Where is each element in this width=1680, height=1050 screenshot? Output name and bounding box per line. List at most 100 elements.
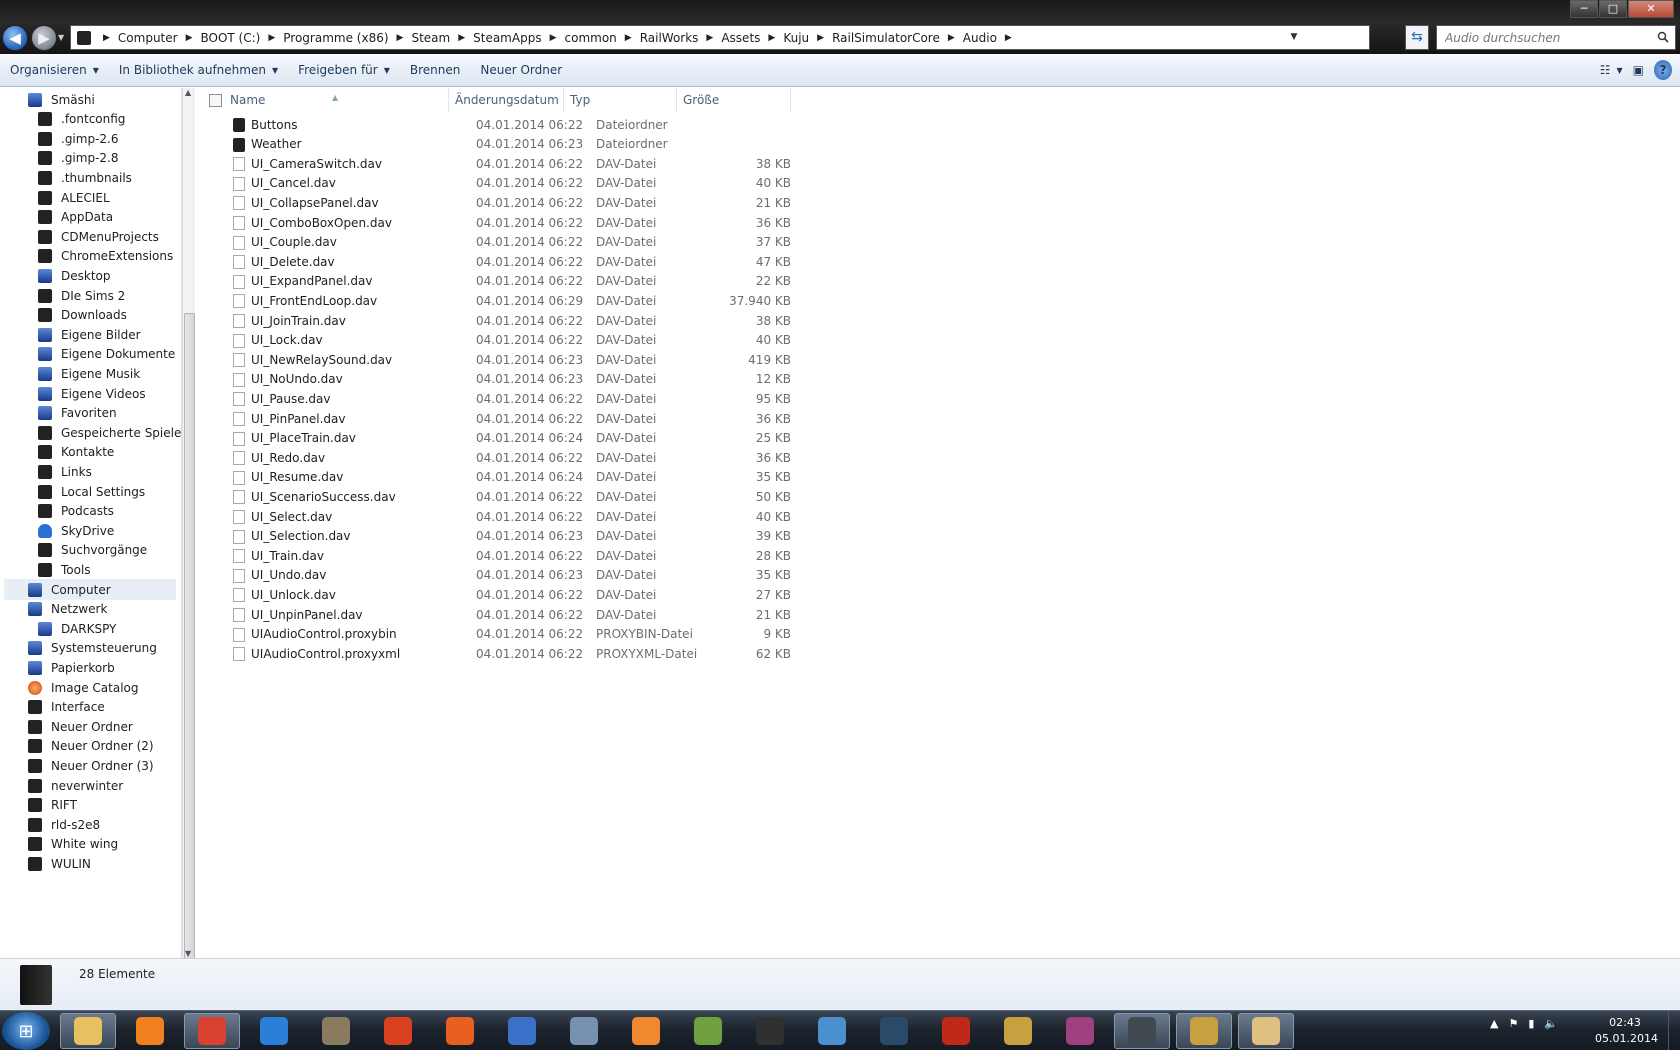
scroll-down-icon[interactable]: ▼ [185,949,191,958]
file-row[interactable]: UI_UnpinPanel.dav 04.01.2014 06:22 DAV-Dat… [197,604,791,625]
taskbar-button[interactable] [60,1013,116,1049]
taskbar-button[interactable] [184,1013,240,1049]
column-date[interactable]: Änderungsdatum [449,88,564,112]
taskbar-button[interactable] [866,1013,922,1049]
breadcrumb-item[interactable]: Computer ▶ [118,31,201,45]
nav-item[interactable]: neverwinter [28,775,123,796]
nav-item[interactable]: DARKSPY [38,618,116,639]
file-row[interactable]: UI_Selection.dav 04.01.2014 06:23 DAV-Date… [197,526,791,547]
nav-item[interactable]: DIe Sims 2 [38,285,125,306]
show-desktop-button[interactable] [1668,1011,1680,1050]
nav-item[interactable]: .fontconfig [38,109,125,130]
taskbar-button[interactable] [1052,1013,1108,1049]
chevron-right-icon[interactable]: ▶ [458,33,465,43]
file-row[interactable]: UI_NoUndo.dav 04.01.2014 06:23 DAV-Datei 12… [197,369,791,390]
column-type[interactable]: Typ [564,88,677,112]
new-folder-button[interactable]: Neuer Ordner [470,54,572,86]
nav-item[interactable]: AppData [38,207,113,228]
breadcrumb-item[interactable]: common ▶ [565,31,640,45]
breadcrumb-item[interactable]: Audio ▶ [963,31,1020,45]
file-row[interactable]: Weather 04.01.2014 06:23 Dateiordner [197,134,791,155]
forward-button[interactable]: ▶ [31,25,57,51]
view-options-button[interactable]: ☷ ▼ [1600,60,1623,80]
file-row[interactable]: UI_Delete.dav 04.01.2014 06:22 DAV-Datei 47… [197,251,791,272]
nav-item[interactable]: Desktop [38,265,111,286]
nav-item[interactable]: ChromeExtensions [38,246,173,267]
nav-item[interactable]: Links [38,461,92,482]
history-dropdown-icon[interactable]: ▼ [58,33,64,42]
address-bar[interactable]: ▶ Computer ▶ BOOT (C:) ▶ Programme (x86) ▶ Ste… [70,25,1370,50]
nav-item[interactable]: Netzwerk [28,599,107,620]
nav-item[interactable]: Eigene Dokumente [38,344,175,365]
taskbar-button[interactable] [432,1013,488,1049]
nav-item[interactable]: Image Catalog [28,677,138,698]
nav-item[interactable]: SkyDrive [38,520,114,541]
taskbar-button[interactable] [370,1013,426,1049]
nav-item[interactable]: Neuer Ordner [28,716,133,737]
nav-item[interactable]: ALECIEL [38,187,110,208]
taskbar-button[interactable] [308,1013,364,1049]
taskbar-button[interactable] [928,1013,984,1049]
file-row[interactable]: UI_PlaceTrain.dav 04.01.2014 06:24 DAV-Dat… [197,428,791,449]
nav-item[interactable]: Favoriten [38,403,117,424]
taskbar-button[interactable] [1238,1013,1294,1049]
chevron-right-icon[interactable]: ▶ [186,33,193,43]
chevron-right-icon[interactable]: ▶ [706,33,713,43]
taskbar-button[interactable] [246,1013,302,1049]
nav-item[interactable]: White wing [28,834,118,855]
nav-item[interactable]: Neuer Ordner (3) [28,755,154,776]
chevron-right-icon[interactable]: ▶ [817,33,824,43]
breadcrumb-item[interactable]: BOOT (C:) ▶ [201,31,284,45]
taskbar-button[interactable] [1114,1013,1170,1049]
chevron-right-icon[interactable]: ▶ [768,33,775,43]
chevron-right-icon[interactable]: ▶ [948,33,955,43]
nav-item[interactable]: CDMenuProjects [38,226,159,247]
nav-item[interactable]: rld-s2e8 [28,814,100,835]
file-row[interactable]: UI_Lock.dav 04.01.2014 06:22 DAV-Datei 40 K… [197,330,791,351]
file-row[interactable]: UI_CollapsePanel.dav 04.01.2014 06:22 DAV-… [197,192,791,213]
nav-item[interactable]: Interface [28,697,105,718]
breadcrumb-item[interactable]: Assets ▶ [721,31,783,45]
chevron-right-icon[interactable]: ▶ [550,33,557,43]
refresh-button[interactable]: ⇆ [1405,25,1429,50]
taskbar-button[interactable] [742,1013,798,1049]
nav-item[interactable]: .thumbnails [38,167,132,188]
file-row[interactable]: UIAudioControl.proxybin 04.01.2014 06:22 P… [197,624,791,645]
nav-item[interactable]: .gimp-2.6 [38,128,119,149]
nav-item[interactable]: Suchvorgänge [38,540,147,561]
nav-item[interactable]: Gespeicherte Spiele [38,422,181,443]
taskbar-button[interactable] [804,1013,860,1049]
maximize-button[interactable]: □ [1599,0,1627,18]
nav-item[interactable]: WULIN [28,853,91,874]
file-row[interactable]: UI_Redo.dav 04.01.2014 06:22 DAV-Datei 36 K… [197,447,791,468]
nav-item[interactable]: Downloads [38,305,127,326]
nav-item[interactable]: Eigene Bilder [38,324,141,345]
file-row[interactable]: UIAudioControl.proxyxml 04.01.2014 06:22 P… [197,643,791,664]
breadcrumb-item[interactable]: RailWorks ▶ [640,31,722,45]
file-row[interactable]: UI_Unlock.dav 04.01.2014 06:22 DAV-Datei 27… [197,584,791,605]
nav-item[interactable]: Tools [38,559,91,580]
network-icon[interactable]: ▮ [1528,1017,1534,1030]
taskbar-button[interactable] [1176,1013,1232,1049]
action-center-icon[interactable]: ⚑ [1508,1017,1518,1030]
back-button[interactable]: ◀ [2,25,28,51]
nav-item[interactable]: .gimp-2.8 [38,148,119,169]
file-row[interactable]: UI_Resume.dav 04.01.2014 06:24 DAV-Datei 35… [197,467,791,488]
close-button[interactable]: ✕ [1628,0,1674,18]
file-row[interactable]: Buttons 04.01.2014 06:22 Dateiordner [197,114,791,135]
breadcrumb-item[interactable]: SteamApps ▶ [473,31,564,45]
search-input[interactable] [1445,30,1645,45]
taskbar-button[interactable] [990,1013,1046,1049]
breadcrumb-item[interactable]: Kuju ▶ [783,31,832,45]
file-row[interactable]: UI_Cancel.dav 04.01.2014 06:22 DAV-Datei 40… [197,173,791,194]
nav-item[interactable]: Eigene Musik [38,363,140,384]
file-row[interactable]: UI_ScenarioSuccess.dav 04.01.2014 06:22 DA… [197,486,791,507]
chevron-right-icon[interactable]: ▶ [103,33,110,43]
file-row[interactable]: UI_NewRelaySound.dav 04.01.2014 06:23 DAV-… [197,349,791,370]
taskbar-button[interactable] [494,1013,550,1049]
nav-item[interactable]: Smäshi [28,89,95,110]
file-row[interactable]: UI_ComboBoxOpen.dav 04.01.2014 06:22 DAV-D… [197,212,791,233]
taskbar-button[interactable] [680,1013,736,1049]
file-row[interactable]: UI_ExpandPanel.dav 04.01.2014 06:22 DAV-Da… [197,271,791,292]
tray-expand-icon[interactable]: ▲ [1490,1017,1498,1030]
